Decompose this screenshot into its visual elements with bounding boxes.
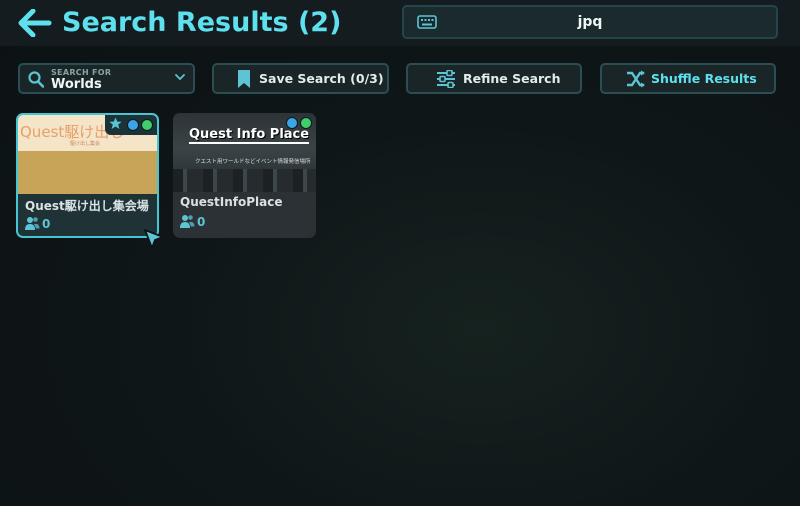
sliders-icon <box>437 69 455 88</box>
search-value: jpq <box>577 14 603 30</box>
player-count: 0 <box>197 215 206 229</box>
thumbnail-title: Quest Info Place <box>189 127 310 144</box>
thumbnail-subtitle: クエスト用ワールドなどイベント情報発信場所 <box>195 159 311 165</box>
back-button[interactable] <box>18 8 52 38</box>
page-title: Search Results (2) <box>62 7 342 38</box>
save-search-button[interactable]: Save Search (0/3) <box>212 63 389 94</box>
platform-pc-icon <box>286 117 298 129</box>
users-icon <box>25 217 40 230</box>
keyboard-icon <box>417 15 437 29</box>
arrow-left-icon <box>18 9 52 37</box>
search-for-dropdown[interactable]: SEARCH FOR Worlds <box>18 63 195 94</box>
world-name: QuestInfoPlace <box>180 195 283 209</box>
chevron-down-icon <box>175 74 185 81</box>
bookmark-icon <box>238 69 250 88</box>
platform-quest-icon <box>300 117 312 129</box>
search-icon <box>28 71 44 88</box>
refine-search-button[interactable]: Refine Search <box>406 63 582 94</box>
search-for-value: Worlds <box>51 77 102 92</box>
search-input[interactable]: jpq <box>402 5 778 39</box>
platform-quest-icon <box>141 119 153 131</box>
pointer-cursor-icon <box>144 229 164 249</box>
world-card[interactable]: Quest Info Place クエスト用ワールドなどイベント情報発信場所 Q… <box>173 113 316 238</box>
world-name: Quest駆け出し集会場 <box>25 199 149 213</box>
badge-tab <box>105 115 157 135</box>
refine-search-label: Refine Search <box>463 71 561 86</box>
search-for-caption: SEARCH FOR <box>51 68 112 77</box>
save-search-label: Save Search (0/3) <box>259 71 384 86</box>
world-card[interactable]: Quest駆け出し 駆け出し集会 Quest駆け出し集会場 0 <box>16 113 159 238</box>
platform-pc-icon <box>127 119 139 131</box>
thumbnail-subtitle: 駆け出し集会 <box>70 141 101 147</box>
thumbnail-scenery <box>173 169 316 192</box>
star-icon <box>109 117 122 129</box>
header-bar: Search Results (2) jpq <box>0 0 800 46</box>
shuffle-results-label: Shuffle Results <box>651 71 757 86</box>
shuffle-icon <box>627 70 645 87</box>
player-count: 0 <box>42 217 51 231</box>
users-icon <box>180 215 195 228</box>
shuffle-results-button[interactable]: Shuffle Results <box>600 63 776 94</box>
